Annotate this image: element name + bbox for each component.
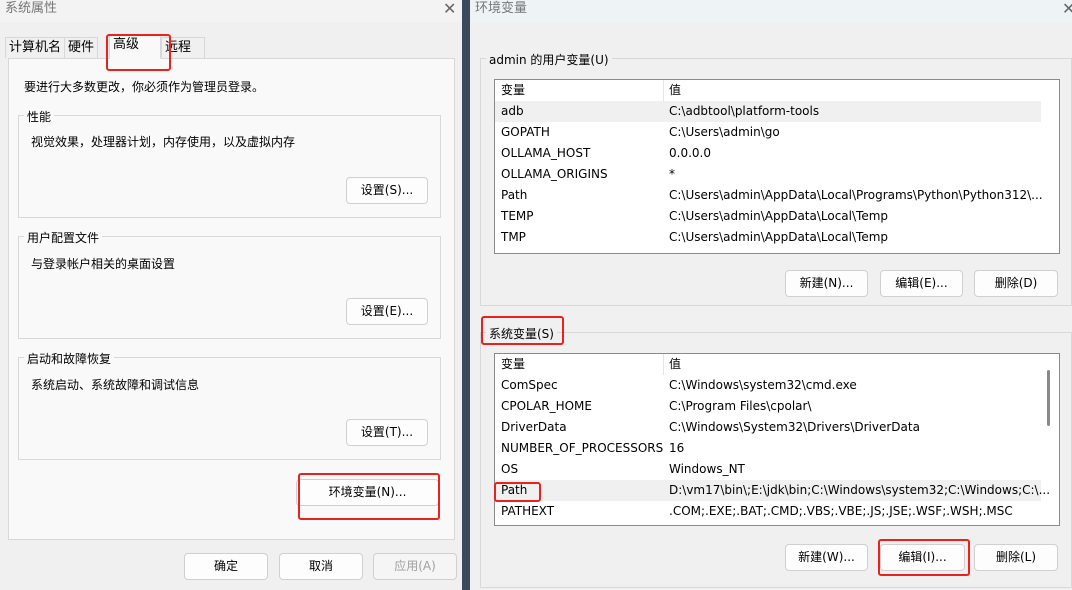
user-profiles-settings-button[interactable]: 设置(E)...: [346, 298, 428, 325]
table-row[interactable]: DriverData C:\Windows\System32\Drivers\Dr…: [495, 417, 1041, 438]
group-description: 系统启动、系统故障和调试信息: [31, 378, 200, 392]
table-row[interactable]: OS Windows_NT: [495, 459, 1041, 480]
performance-settings-button[interactable]: 设置(S)...: [346, 177, 428, 204]
table-row[interactable]: PATHEXT .COM;.EXE;.BAT;.CMD;.VBS;.VBE;.JS…: [495, 501, 1041, 522]
tab-label: 硬件: [68, 40, 95, 55]
highlight-env-button: [298, 473, 440, 520]
user-variables-list[interactable]: 变量 值 adb C:\adbtool\platform-tools GOPATH C:\…: [494, 79, 1060, 254]
variable-name: OLLAMA_HOST: [501, 146, 591, 160]
table-row[interactable]: GOPATH C:\Users\admin\go: [495, 122, 1041, 143]
table-row[interactable]: TEMP C:\Users\admin\AppData\Local\Temp: [495, 206, 1041, 227]
variable-name: adb: [501, 104, 524, 118]
highlight-system-vars-label: [481, 316, 564, 345]
variable-name: TMP: [501, 230, 526, 244]
column-header-value[interactable]: 值: [669, 354, 681, 375]
group-label: 启动和故障恢复: [24, 350, 115, 367]
variable-value: *: [669, 167, 675, 181]
user-edit-button[interactable]: 编辑(E)...: [880, 270, 963, 297]
table-row[interactable]: Path D:\vm17\bin\;E:\jdk\bin;C:\Windows\s…: [495, 480, 1050, 501]
variable-value: C:\Users\admin\AppData\Local\Temp: [669, 209, 889, 223]
variable-name: TEMP: [501, 209, 534, 223]
variable-value: C:\Users\admin\AppData\Local\Programs\Py…: [669, 188, 1043, 202]
variable-value: C:\Users\admin\AppData\Local\Temp: [669, 230, 889, 244]
variable-name: OLLAMA_ORIGINS: [501, 167, 608, 181]
dialog-title: 环境变量: [470, 0, 1072, 22]
group-description: 视觉效果，处理器计划，内存使用，以及虚拟内存: [31, 135, 296, 149]
table-row[interactable]: OLLAMA_HOST 0.0.0.0: [495, 143, 1041, 164]
table-row[interactable]: NUMBER_OF_PROCESSORS 16: [495, 438, 1041, 459]
environment-variables-dialog: 环境变量 ✕ admin 的用户变量(U) 变量值 adb C:\adbtool\p…: [470, 0, 1072, 590]
variable-name: CPOLAR_HOME: [501, 399, 592, 413]
column-divider[interactable]: [663, 80, 664, 101]
group-description: 与登录帐户相关的桌面设置: [31, 257, 176, 271]
system-new-button[interactable]: 新建(W)...: [785, 544, 868, 571]
close-icon[interactable]: ✕: [443, 0, 456, 18]
variable-name: DriverData: [501, 420, 567, 434]
table-row[interactable]: OLLAMA_ORIGINS *: [495, 164, 1041, 185]
list-header: 变量 值: [495, 354, 1059, 375]
column-header-variable[interactable]: 变量: [501, 354, 525, 375]
dialog-title: 系统属性: [0, 0, 462, 22]
close-icon[interactable]: ✕: [1062, 0, 1072, 18]
table-row[interactable]: Path C:\Users\admin\AppData\Local\Program…: [495, 185, 1043, 206]
highlight-advanced-tab: [106, 34, 171, 71]
variable-name: ComSpec: [501, 378, 558, 392]
variable-value: C:\Program Files\cpolar\: [669, 399, 812, 413]
variable-value: Windows_NT: [669, 462, 745, 476]
system-variables-list[interactable]: 变量 值 ComSpec C:\Windows\system32\cmd.exe CPO…: [494, 353, 1060, 526]
column-header-variable[interactable]: 变量: [501, 80, 525, 101]
variable-name: PATHEXT: [501, 504, 555, 518]
tab-label: 计算机名: [9, 40, 62, 55]
variable-name: Path: [501, 188, 528, 202]
table-row[interactable]: CPOLAR_HOME C:\Program Files\cpolar\: [495, 396, 1041, 417]
scrollbar-thumb[interactable]: [1047, 370, 1050, 426]
variable-value: .COM;.EXE;.BAT;.CMD;.VBS;.VBE;.JS;.JSE;.…: [669, 504, 1013, 518]
apply-button[interactable]: 应用(A): [373, 553, 457, 580]
list-header: 变量 值: [495, 80, 1059, 101]
ok-button[interactable]: 确定: [184, 553, 268, 580]
variable-value: C:\Windows\system32\cmd.exe: [669, 378, 857, 392]
user-new-button[interactable]: 新建(N)...: [785, 270, 868, 297]
group-label: 用户配置文件: [24, 229, 103, 246]
variable-name: NUMBER_OF_PROCESSORS: [501, 441, 664, 455]
variable-name: OS: [501, 462, 519, 476]
admin-notice: 要进行大多数更改，你必须作为管理员登录。: [24, 80, 265, 94]
column-divider[interactable]: [663, 354, 664, 375]
highlight-path-row: [494, 482, 541, 502]
variable-value: C:\adbtool\platform-tools: [669, 104, 820, 118]
variable-value: C:\Users\admin\go: [669, 125, 780, 139]
system-delete-button[interactable]: 删除(L): [974, 544, 1058, 571]
table-row[interactable]: adb C:\adbtool\platform-tools: [495, 101, 1041, 122]
table-row[interactable]: TMP C:\Users\admin\AppData\Local\Temp: [495, 227, 1041, 248]
tab-hardware[interactable]: 硬件: [64, 37, 99, 58]
cancel-button[interactable]: 取消: [279, 553, 363, 580]
column-header-value[interactable]: 值: [669, 80, 681, 101]
table-row[interactable]: ComSpec C:\Windows\system32\cmd.exe: [495, 375, 1041, 396]
startup-recovery-settings-button[interactable]: 设置(T)...: [346, 419, 428, 446]
variable-value: C:\Windows\System32\Drivers\DriverData: [669, 420, 920, 434]
user-delete-button[interactable]: 删除(D): [974, 270, 1058, 297]
variable-name: GOPATH: [501, 125, 550, 139]
variable-value: 16: [669, 441, 685, 455]
group-label: admin 的用户变量(U): [486, 51, 612, 68]
variable-value: D:\vm17\bin\;E:\jdk\bin;C:\Windows\syste…: [669, 483, 1051, 497]
tab-computer-name[interactable]: 计算机名: [5, 37, 66, 58]
variable-value: 0.0.0.0: [669, 146, 711, 160]
highlight-edit-button: [878, 539, 970, 576]
group-label: 性能: [24, 108, 55, 125]
